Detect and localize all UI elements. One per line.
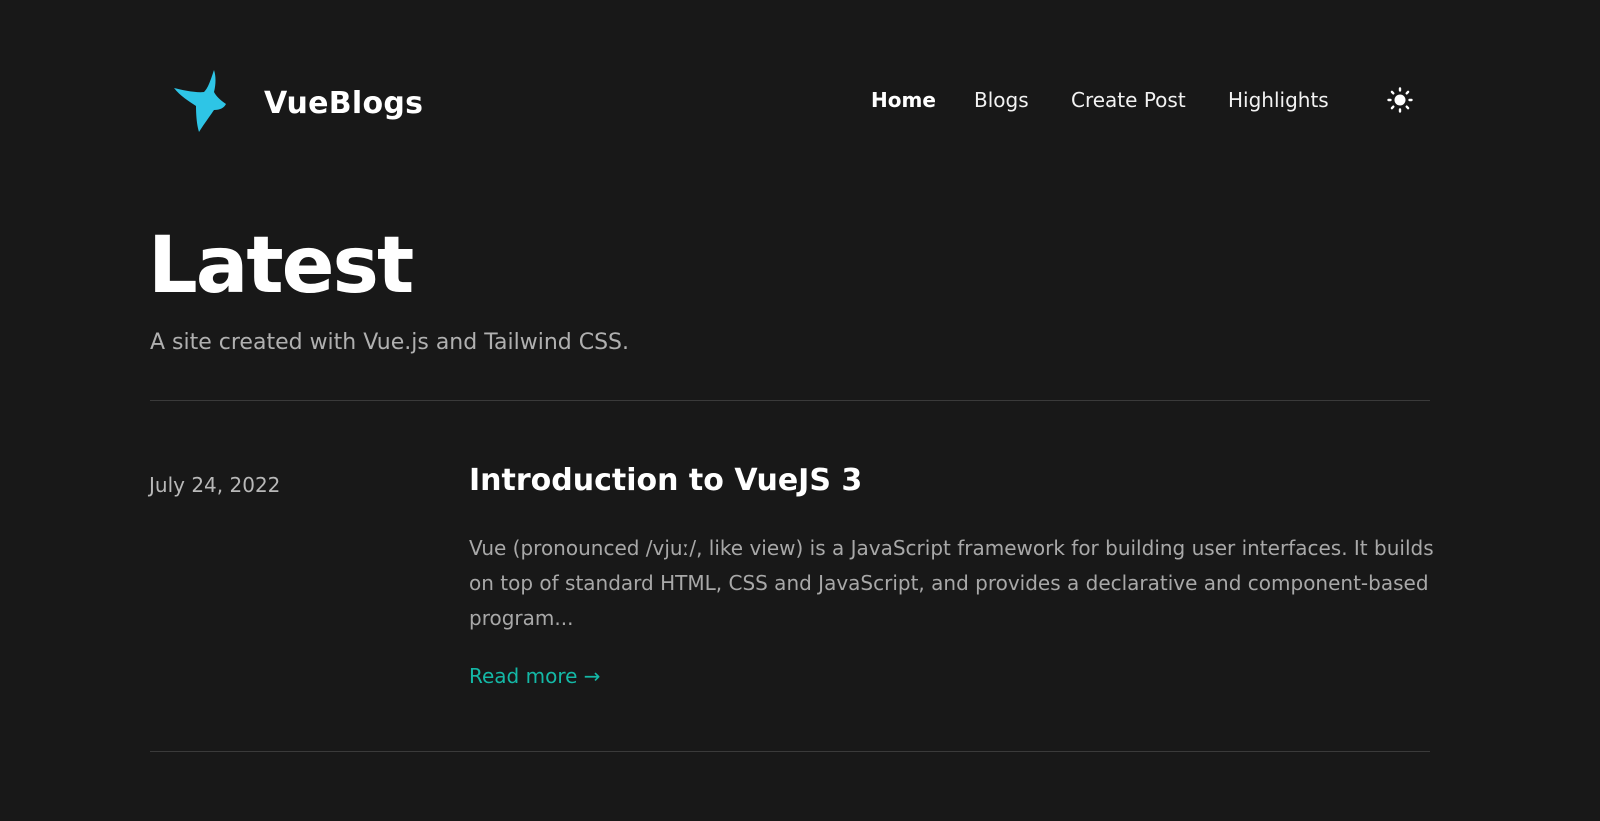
nav-home-link[interactable]: Home [871,86,936,114]
page: VueBlogs Home Blogs Create Post Highligh… [0,0,1600,821]
post-title-link[interactable]: Introduction to VueJS 3 [469,460,862,502]
page-title: Latest [148,221,414,311]
divider [150,400,1430,401]
star-logo-icon[interactable] [170,68,228,134]
nav-create-post-link[interactable]: Create Post [1071,86,1186,114]
nav-blogs-link[interactable]: Blogs [974,86,1029,114]
sun-icon[interactable] [1386,86,1414,114]
post-excerpt: Vue (pronounced /vjuː/, like view) is a … [469,536,1434,630]
read-more-link[interactable]: Read more → [469,662,601,690]
divider [150,751,1430,752]
brand-name[interactable]: VueBlogs [264,84,423,124]
nav-highlights-link[interactable]: Highlights [1228,86,1329,114]
page-subtitle: A site created with Vue.js and Tailwind … [150,330,630,355]
site-header: VueBlogs Home Blogs Create Post Highligh… [0,0,1600,200]
post-date: July 24, 2022 [149,473,281,497]
